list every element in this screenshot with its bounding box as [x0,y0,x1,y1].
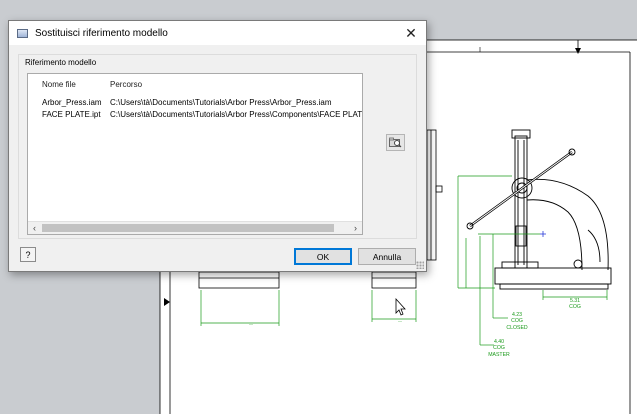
replace-model-reference-dialog: Sostituisci riferimento modello ✕ Riferi… [8,20,427,272]
dim-cog-master-l1: COG [493,345,505,351]
help-button[interactable]: ? [20,247,36,262]
folder-browse-icon [389,137,402,148]
resize-grip-icon[interactable] [416,261,424,269]
ok-button[interactable]: OK [294,248,352,265]
horizontal-scrollbar[interactable]: ‹ › [28,221,362,234]
list-item[interactable]: FACE PLATE.ipt C:\Users\tà\Documents\Tut… [28,110,362,122]
file-path: C:\Users\tà\Documents\Tutorials\Arbor Pr… [110,110,362,119]
column-header-filename[interactable]: Nome file [42,80,76,89]
close-icon: ✕ [405,24,417,41]
file-name: Arbor_Press.iam [42,98,102,107]
group-label: Riferimento modello [25,58,97,67]
model-reference-group: Riferimento modello Nome file Percorso A… [18,54,417,239]
cancel-button[interactable]: Annulla [358,248,416,265]
scrollbar-thumb[interactable] [42,224,334,232]
list-item[interactable]: Arbor_Press.iam C:\Users\tà\Documents\Tu… [28,98,362,110]
scroll-left-icon[interactable]: ‹ [28,222,41,234]
dim-cog-closed-l1: COG [511,318,523,324]
browse-button[interactable] [386,134,405,151]
svg-text:—: — [249,321,253,326]
file-path: C:\Users\tà\Documents\Tutorials\Arbor Pr… [110,98,332,107]
column-header-path[interactable]: Percorso [110,80,142,89]
help-icon: ? [25,249,31,260]
dim-right-label: COG [569,304,581,310]
reference-list[interactable]: Nome file Percorso Arbor_Press.iam C:\Us… [27,73,363,235]
window-icon [17,28,28,38]
dim-cog-master-l2: MASTER [488,352,510,358]
file-name: FACE PLATE.ipt [42,110,101,119]
close-button[interactable]: ✕ [396,21,426,45]
dialog-titlebar[interactable]: Sostituisci riferimento modello ✕ [9,21,426,45]
scroll-right-icon[interactable]: › [349,222,362,234]
dialog-title: Sostituisci riferimento modello [35,27,168,39]
dim-cog-closed-l2: CLOSED [506,325,528,331]
svg-text:—: — [398,318,402,323]
